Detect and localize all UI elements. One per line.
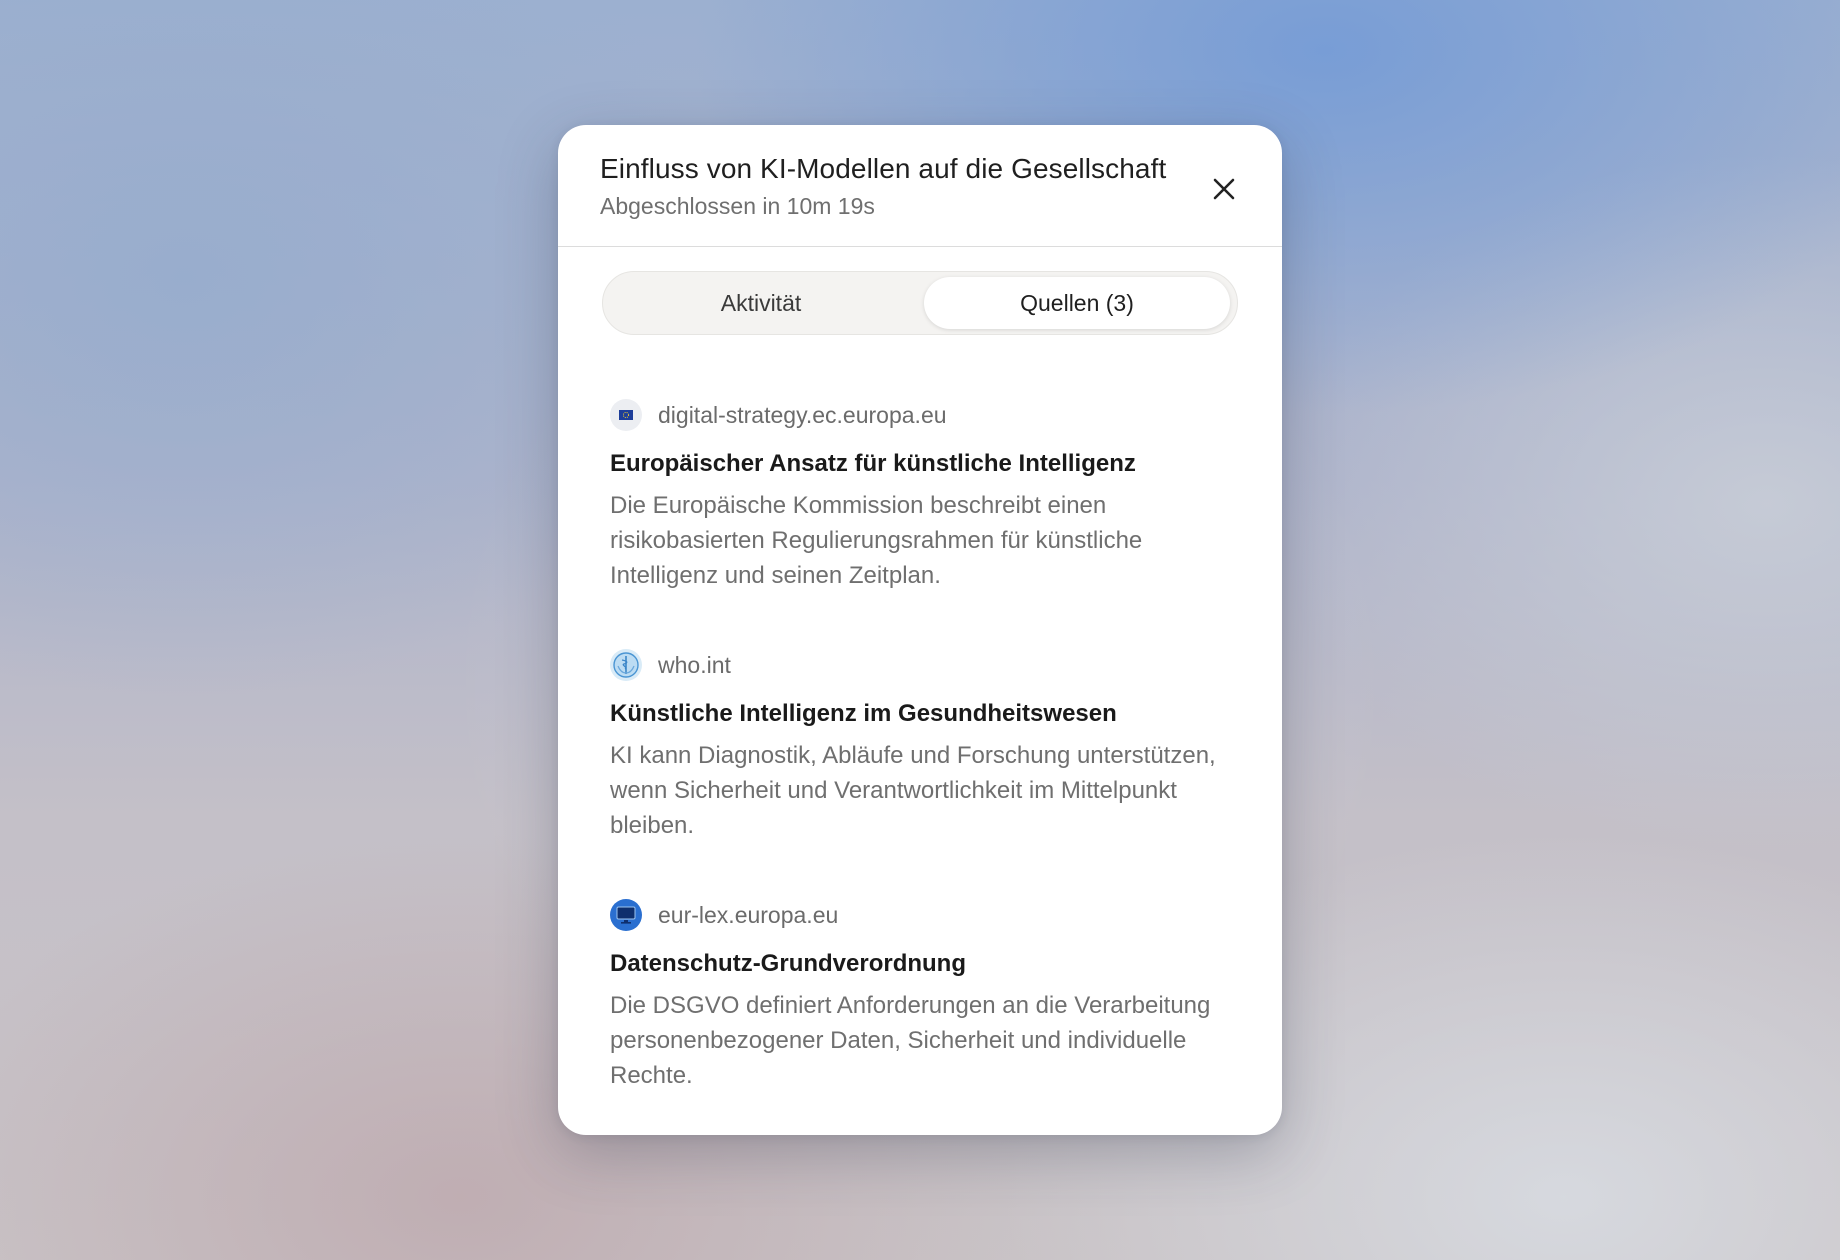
completion-status: Abgeschlossen in 10m 19s [600,193,875,219]
tab-sources[interactable]: Quellen (3) [924,277,1230,329]
source-link[interactable]: eur-lex.europa.eu [610,897,1230,933]
close-icon [1213,178,1235,200]
source-snippet: Die DSGVO definiert Anforderungen an die… [610,992,1211,1089]
source-title[interactable]: Datenschutz-Grundverordnung [610,950,1230,978]
source-item: eur-lex.europa.eu Datenschutz-Grundveror… [610,897,1230,1093]
source-domain: eur-lex.europa.eu [658,901,839,928]
source-snippet: Die Europäische Kommission beschreibt ei… [610,492,1143,589]
dialog-header: Einfluss von KI-Modellen auf die Gesells… [558,125,1282,247]
source-title[interactable]: Europäischer Ansatz für künstliche Intel… [610,450,1230,478]
who-emblem-icon [610,649,642,681]
source-link[interactable]: who.int [610,647,1230,683]
eur-lex-monitor-icon [610,899,642,931]
tab-activity[interactable]: Aktivität [608,277,914,329]
dialog-title: Einfluss von KI-Modellen auf die Gesells… [600,153,1167,184]
source-link[interactable]: digital-strategy.ec.europa.eu [610,397,1230,433]
source-domain: digital-strategy.ec.europa.eu [658,401,947,428]
eu-flag-icon [610,399,642,431]
source-title[interactable]: Künstliche Intelligenz im Gesundheitswes… [610,700,1230,728]
source-item: who.int Künstliche Intelligenz im Gesund… [610,647,1230,843]
view-tabs: Aktivität Quellen (3) [602,271,1238,335]
sources-dialog: Einfluss von KI-Modellen auf die Gesells… [558,125,1282,1135]
close-button[interactable] [1202,167,1246,211]
source-snippet: KI kann Diagnostik, Abläufe und Forschun… [610,742,1216,839]
source-domain: who.int [658,651,731,678]
source-item: digital-strategy.ec.europa.eu Europäisch… [610,397,1230,593]
